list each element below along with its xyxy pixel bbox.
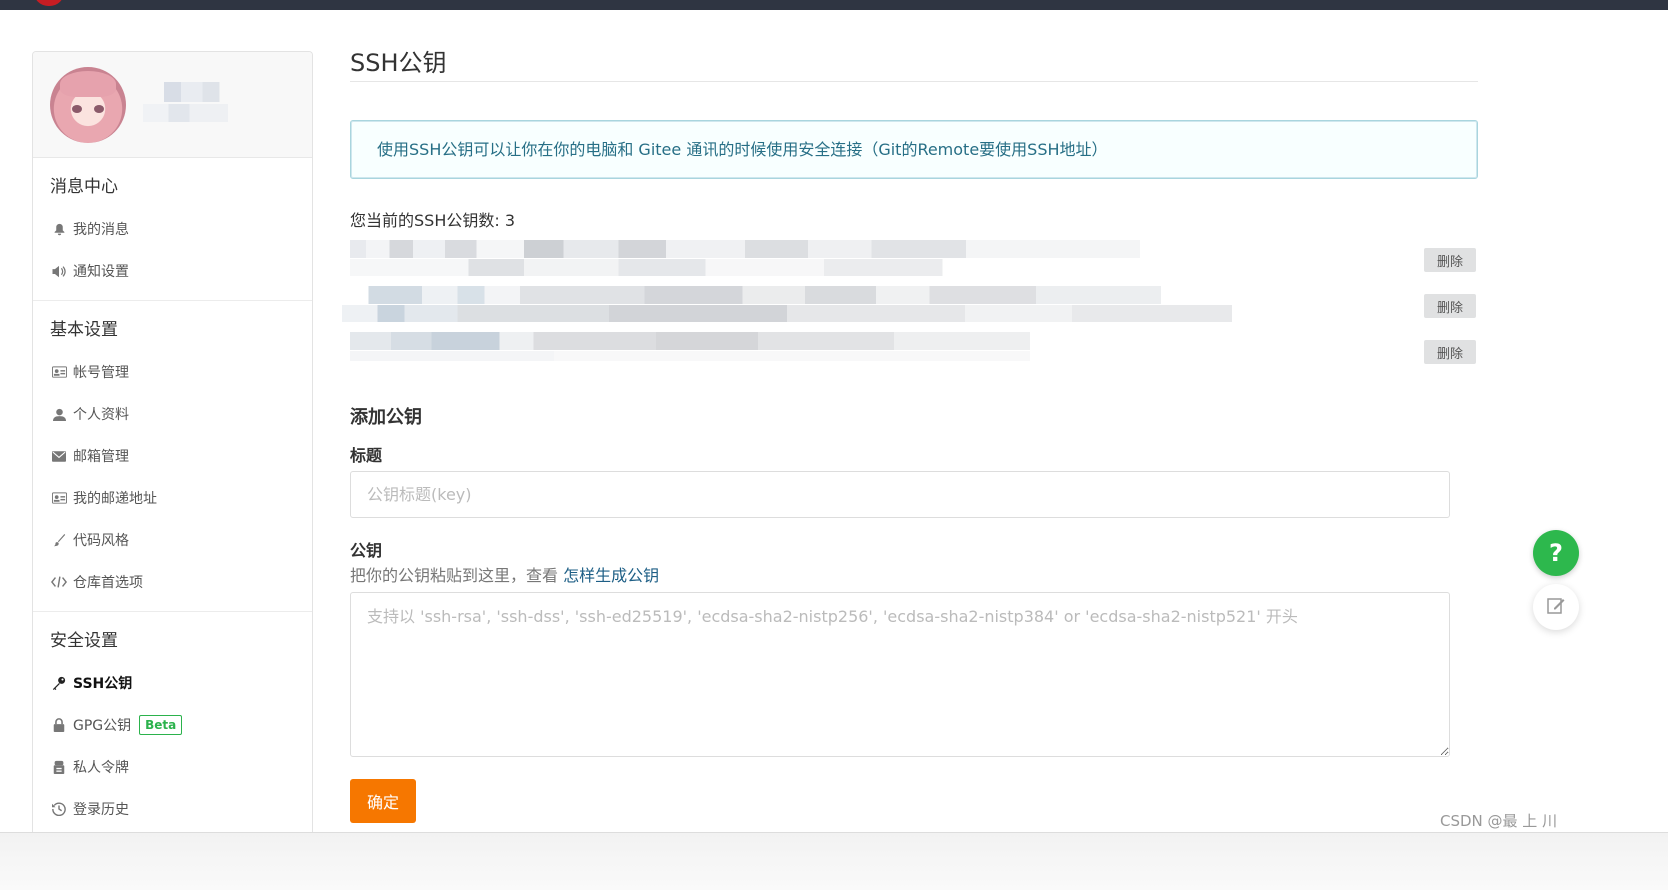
address-card-icon	[50, 491, 68, 505]
section-security: 安全设置 SSH公钥 GPG公钥 Beta 私人令牌 登录历史	[33, 612, 312, 838]
sidebar-item-label: 通知设置	[73, 264, 129, 280]
sidebar-item-label: 私人令牌	[73, 760, 129, 776]
id-card-icon	[50, 365, 68, 379]
speaker-icon	[50, 264, 68, 278]
sidebar-item-private-tokens[interactable]: 私人令牌	[33, 746, 312, 788]
ssh-key-row: 删除	[342, 281, 1478, 327]
sidebar-item-account[interactable]: 帐号管理	[33, 351, 312, 393]
question-icon: ?	[1549, 539, 1563, 567]
key-label: 公钥	[350, 541, 383, 560]
sidebar-item-address[interactable]: 我的邮递地址	[33, 477, 312, 519]
section-basic: 基本设置 帐号管理 个人资料 邮箱管理 我的邮递地址 代码风格 仓库首选项	[33, 301, 312, 612]
sidebar-item-label: 代码风格	[73, 533, 129, 549]
sidebar-item-email[interactable]: 邮箱管理	[33, 435, 312, 477]
ssh-key-blurred	[350, 332, 1030, 368]
section-title: 基本设置	[50, 320, 118, 340]
confirm-button[interactable]: 确定	[350, 779, 416, 823]
delete-key-button[interactable]: 删除	[1424, 340, 1476, 364]
sidebar-item-label: GPG公钥	[73, 718, 132, 734]
beta-badge: Beta	[139, 715, 183, 735]
sidebar-item-label: 仓库首选项	[73, 575, 143, 591]
delete-key-button[interactable]: 删除	[1424, 294, 1476, 318]
watermark: CSDN @最 上 川	[1440, 812, 1558, 830]
sidebar-item-login-history[interactable]: 登录历史	[33, 788, 312, 830]
sidebar-item-my-messages[interactable]: 我的消息	[33, 208, 312, 250]
ssh-key-list: 删除 删除 删除	[342, 235, 1478, 373]
key-hint: 把你的公钥粘贴到这里，查看 怎样生成公钥	[350, 564, 1478, 588]
top-nav-bar	[0, 0, 1668, 10]
section-title: 安全设置	[50, 631, 118, 651]
help-button[interactable]: ?	[1533, 530, 1579, 576]
sidebar-item-label: SSH公钥	[73, 676, 133, 692]
public-key-textarea[interactable]	[350, 592, 1450, 757]
sidebar-item-label: 登录历史	[73, 802, 129, 818]
ssh-key-blurred	[350, 240, 1140, 276]
user-icon	[50, 407, 68, 421]
feedback-button[interactable]	[1533, 584, 1579, 630]
envelope-icon	[50, 449, 68, 463]
username-blurred	[143, 82, 228, 132]
page-title: SSH公钥	[350, 44, 1478, 82]
sidebar-item-ssh-keys[interactable]: SSH公钥	[33, 662, 312, 704]
bell-icon	[50, 222, 68, 236]
sidebar-item-label: 个人资料	[73, 407, 129, 423]
title-label: 标题	[350, 446, 383, 465]
sidebar-item-profile[interactable]: 个人资料	[33, 393, 312, 435]
section-messages: 消息中心 我的消息 通知设置	[33, 158, 312, 301]
sidebar-item-gpg-keys[interactable]: GPG公钥 Beta	[33, 704, 312, 746]
lock-icon	[50, 718, 68, 732]
token-icon	[50, 760, 68, 774]
gitee-logo[interactable]	[34, 0, 64, 6]
sidebar-item-label: 我的邮递地址	[73, 491, 157, 507]
sidebar-item-code-style[interactable]: 代码风格	[33, 519, 312, 561]
key-title-input[interactable]	[350, 471, 1450, 518]
settings-sidebar: 消息中心 我的消息 通知设置 基本设置 帐号管理 个人资料 邮箱管理 我的邮递地…	[32, 51, 313, 890]
section-title: 消息中心	[50, 177, 118, 197]
sidebar-item-label: 我的消息	[73, 222, 129, 238]
sidebar-item-label: 帐号管理	[73, 365, 129, 381]
hint-text: 把你的公钥粘贴到这里，查看	[350, 566, 564, 585]
ssh-key-count: 您当前的SSH公钥数: 3	[350, 211, 516, 230]
history-icon	[50, 802, 68, 816]
key-icon	[50, 676, 68, 690]
avatar[interactable]	[50, 67, 126, 143]
sidebar-item-label: 邮箱管理	[73, 449, 129, 465]
ssh-key-row: 删除	[350, 235, 1478, 281]
brush-icon	[50, 533, 68, 547]
code-icon	[50, 575, 68, 589]
bottom-bar	[0, 832, 1668, 890]
info-message: 使用SSH公钥可以让你在你的电脑和 Gitee 通讯的时候使用安全连接（Git的…	[350, 120, 1478, 179]
main-content: SSH公钥 使用SSH公钥可以让你在你的电脑和 Gitee 通讯的时候使用安全连…	[342, 44, 1478, 823]
add-key-heading: 添加公钥	[350, 407, 422, 428]
ssh-key-row: 删除	[350, 327, 1478, 373]
edit-icon	[1546, 595, 1566, 619]
delete-key-button[interactable]: 删除	[1424, 248, 1476, 272]
sidebar-item-notification-settings[interactable]: 通知设置	[33, 250, 312, 292]
ssh-key-blurred	[342, 286, 1232, 322]
sidebar-item-repo-preferences[interactable]: 仓库首选项	[33, 561, 312, 603]
profile-header	[33, 52, 312, 158]
how-to-generate-key-link[interactable]: 怎样生成公钥	[563, 566, 659, 585]
